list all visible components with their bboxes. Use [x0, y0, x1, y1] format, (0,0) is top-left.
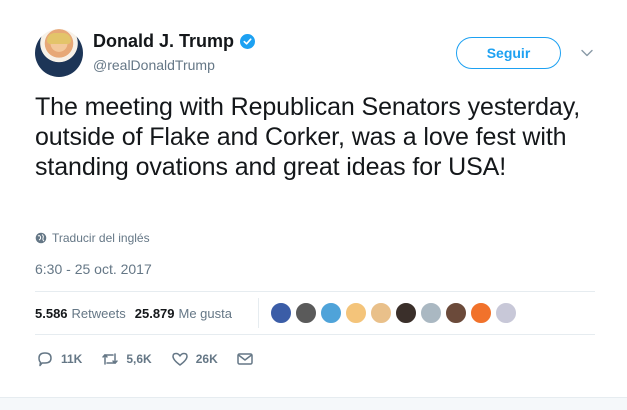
liker-avatar[interactable] [270, 302, 292, 324]
tweet-timestamp[interactable]: 6:30 - 25 oct. 2017 [35, 261, 152, 277]
user-name-row: Donald J. Trump [93, 31, 256, 52]
retweets-count[interactable]: 5.586 [35, 306, 68, 321]
retweet-icon [102, 353, 119, 365]
retweet-button[interactable]: 5,6K [100, 349, 152, 369]
liker-avatar[interactable] [495, 302, 517, 324]
likes-label[interactable]: Me gusta [179, 306, 232, 321]
liker-avatar[interactable] [320, 302, 342, 324]
user-handle[interactable]: @realDonaldTrump [93, 57, 215, 73]
follow-button[interactable]: Seguir [456, 37, 561, 69]
globe-icon [35, 232, 47, 244]
direct-message-button[interactable] [236, 350, 254, 368]
direct-message-icon [236, 353, 253, 365]
liker-avatar[interactable] [395, 302, 417, 324]
translate-label: Traducir del inglés [52, 231, 150, 245]
like-button[interactable]: 26K [170, 349, 218, 369]
reply-button[interactable]: 11K [35, 349, 82, 369]
liker-avatar[interactable] [345, 302, 367, 324]
liker-avatars [270, 302, 517, 324]
tweet-text: The meeting with Republican Senators yes… [35, 93, 581, 181]
reply-count: 11K [61, 352, 83, 366]
divider [35, 291, 595, 292]
retweets-label[interactable]: Retweets [72, 306, 126, 321]
tweet-card: Donald J. Trump @realDonaldTrump Seguir … [0, 0, 627, 410]
tweet-actions: 11K 5,6K 26K [35, 349, 272, 369]
reply-icon [38, 352, 52, 367]
user-display-name[interactable]: Donald J. Trump [93, 31, 234, 52]
liker-avatar[interactable] [420, 302, 442, 324]
liker-avatar[interactable] [445, 302, 467, 324]
bottom-bar [0, 397, 627, 410]
liker-avatar[interactable] [470, 302, 492, 324]
tweet-stats: 5.586 Retweets 25.879 Me gusta [35, 306, 241, 321]
profile-avatar[interactable] [35, 29, 83, 77]
verified-badge-icon [240, 34, 256, 49]
translate-link[interactable]: Traducir del inglés [35, 231, 150, 245]
stats-separator [258, 298, 259, 328]
divider [35, 334, 595, 335]
retweet-count: 5,6K [126, 352, 152, 366]
likes-count[interactable]: 25.879 [135, 306, 175, 321]
like-count: 26K [195, 352, 218, 366]
heart-icon [171, 352, 188, 366]
chevron-down-icon[interactable] [580, 46, 594, 60]
liker-avatar[interactable] [370, 302, 392, 324]
liker-avatar[interactable] [295, 302, 317, 324]
